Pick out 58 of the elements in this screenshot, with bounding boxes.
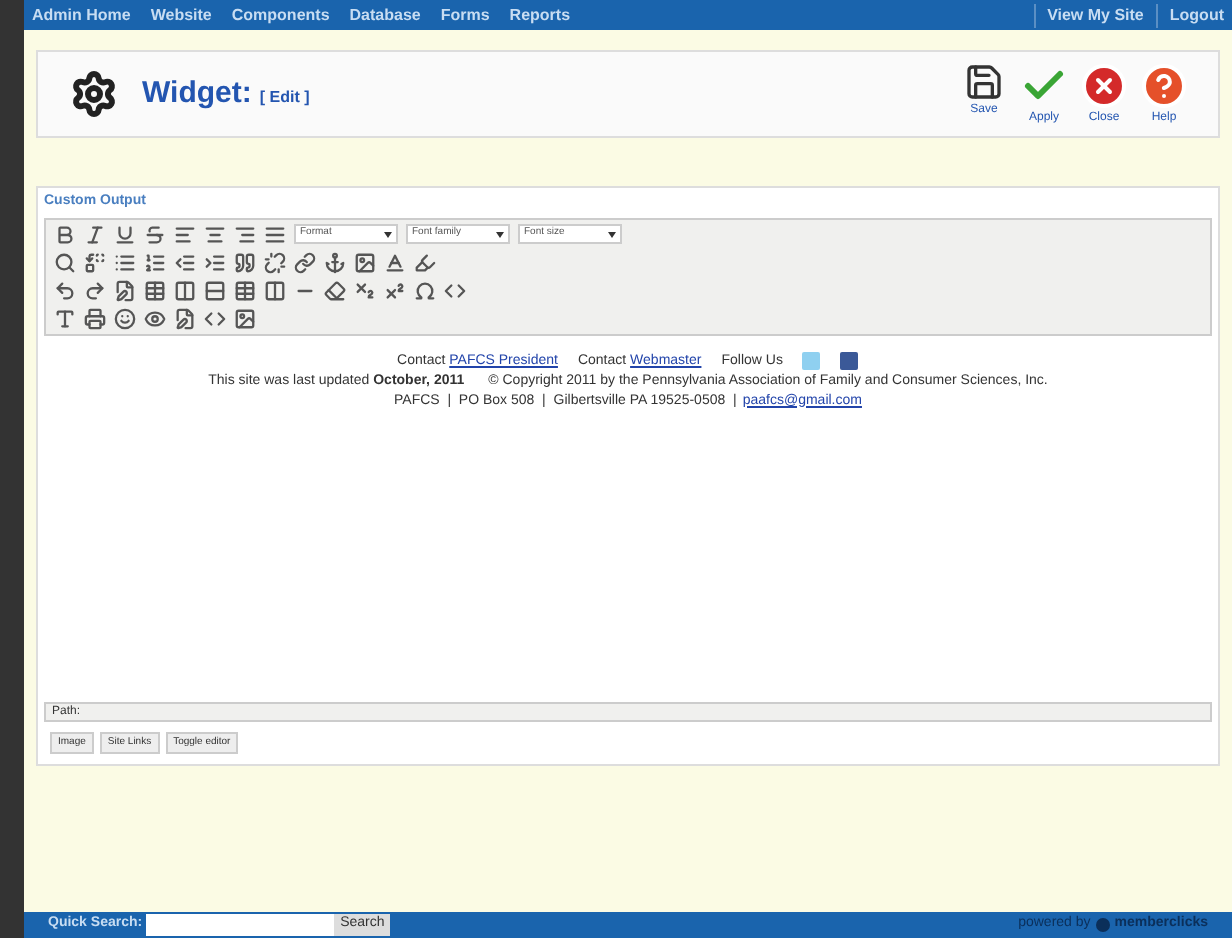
toolbar-icon[interactable] [444, 279, 466, 301]
toolbar-icon[interactable] [144, 307, 166, 329]
toolbar-icon[interactable] [54, 223, 76, 245]
nav-link[interactable]: Website [150, 3, 212, 27]
toolbar-icon[interactable] [114, 223, 136, 245]
brand-logo-icon [1096, 918, 1111, 932]
toolbar-icon[interactable] [384, 279, 406, 301]
toolbar-icon[interactable] [114, 307, 136, 329]
toolbar-icon[interactable] [144, 251, 166, 273]
save-icon [964, 61, 1004, 101]
nav-link[interactable]: View My Site [1033, 3, 1144, 27]
toolbar-icon[interactable] [174, 251, 196, 273]
toolbar-icon[interactable] [84, 223, 106, 245]
nav-link[interactable]: Admin Home [32, 3, 131, 27]
nav-link[interactable]: Components [231, 3, 330, 27]
toolbar-icon[interactable] [234, 251, 256, 273]
toolbar-icon[interactable] [264, 279, 286, 301]
toolbar-icon[interactable] [54, 279, 76, 301]
toolbar-icon[interactable] [114, 251, 136, 273]
toolbar-icon[interactable] [294, 251, 316, 273]
toolbar-icon[interactable] [204, 307, 226, 329]
toolbar-icon[interactable] [84, 251, 106, 273]
caret-icon [496, 231, 504, 237]
nav-link[interactable]: Reports [509, 3, 571, 27]
toolbar-icon[interactable] [174, 223, 196, 245]
nav-link[interactable]: Logout [1155, 3, 1224, 27]
toolbar-icon[interactable] [84, 307, 106, 329]
toolbar-icon[interactable] [204, 279, 226, 301]
toolbar-icon[interactable] [324, 279, 346, 301]
toolbar-icon[interactable] [204, 223, 226, 245]
toolbar-icon[interactable] [204, 251, 226, 273]
toolbar-icon[interactable] [234, 223, 256, 245]
toolbar-icon[interactable] [174, 279, 196, 301]
toolbar-icon[interactable] [264, 251, 286, 273]
page-title: Widget: [142, 73, 252, 114]
search-field[interactable] [146, 914, 335, 936]
toolbar-icon[interactable] [54, 307, 76, 329]
toolbar-icon[interactable] [84, 279, 106, 301]
toolbar-icon[interactable] [264, 223, 286, 245]
toolbar-icon[interactable] [354, 279, 376, 301]
toolbar-icon[interactable] [384, 251, 406, 273]
toolbar-icon[interactable] [144, 223, 166, 245]
social-icon[interactable] [840, 352, 859, 370]
toolbar-icon[interactable] [234, 307, 256, 329]
toolbar-icon[interactable] [414, 251, 436, 273]
toolbar-icon[interactable] [54, 251, 76, 273]
nav-link[interactable]: Database [349, 3, 421, 27]
edit-link[interactable]: [ Edit ] [259, 86, 310, 110]
toolbar-icon[interactable] [144, 279, 166, 301]
toolbar-icon[interactable] [354, 251, 376, 273]
toolbar-icon[interactable] [324, 251, 346, 273]
caret-icon [384, 231, 392, 237]
toolbar-icon[interactable] [114, 279, 136, 301]
nav-link[interactable]: Forms [440, 3, 490, 27]
toolbar-icon[interactable] [414, 279, 436, 301]
toolbar-icon[interactable] [174, 307, 196, 329]
toolbar-icon[interactable] [234, 279, 256, 301]
caret-icon [608, 231, 616, 237]
